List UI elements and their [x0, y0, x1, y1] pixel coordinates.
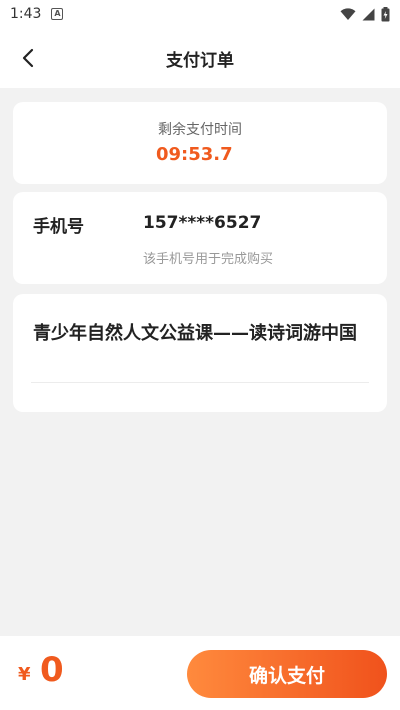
phone-value: 157****6527	[143, 213, 262, 233]
battery-icon	[381, 6, 390, 21]
timer-value: 09:53.7	[156, 144, 233, 165]
confirm-payment-button[interactable]: 确认支付	[187, 650, 387, 698]
phone-label: 手机号	[33, 217, 84, 237]
status-time: 1:43	[10, 6, 42, 22]
status-bar: 1:43 A	[0, 0, 400, 28]
course-title: 青少年自然人文公益课——读诗词游中国	[33, 323, 357, 344]
divider	[31, 382, 369, 383]
chevron-left-icon	[22, 48, 34, 68]
status-icons	[340, 6, 390, 22]
back-button[interactable]	[14, 44, 42, 72]
checkout-bar: ¥ 0 确认支付	[0, 636, 400, 710]
total-price: 0	[40, 650, 64, 690]
notification-icon: A	[51, 8, 64, 20]
phone-note: 该手机号用于完成购买	[143, 252, 274, 267]
page-title: 支付订单	[166, 50, 234, 71]
title-bar: 支付订单	[0, 28, 400, 88]
phone-card: 手机号 157****6527 该手机号用于完成购买	[13, 192, 387, 284]
signal-icon	[362, 8, 375, 20]
timer-label: 剩余支付时间	[158, 122, 242, 138]
currency-symbol: ¥	[18, 664, 31, 685]
course-card: 青少年自然人文公益课——读诗词游中国	[13, 294, 387, 412]
wifi-icon	[340, 7, 356, 20]
payment-timer-card: 剩余支付时间 09:53.7	[13, 102, 387, 184]
